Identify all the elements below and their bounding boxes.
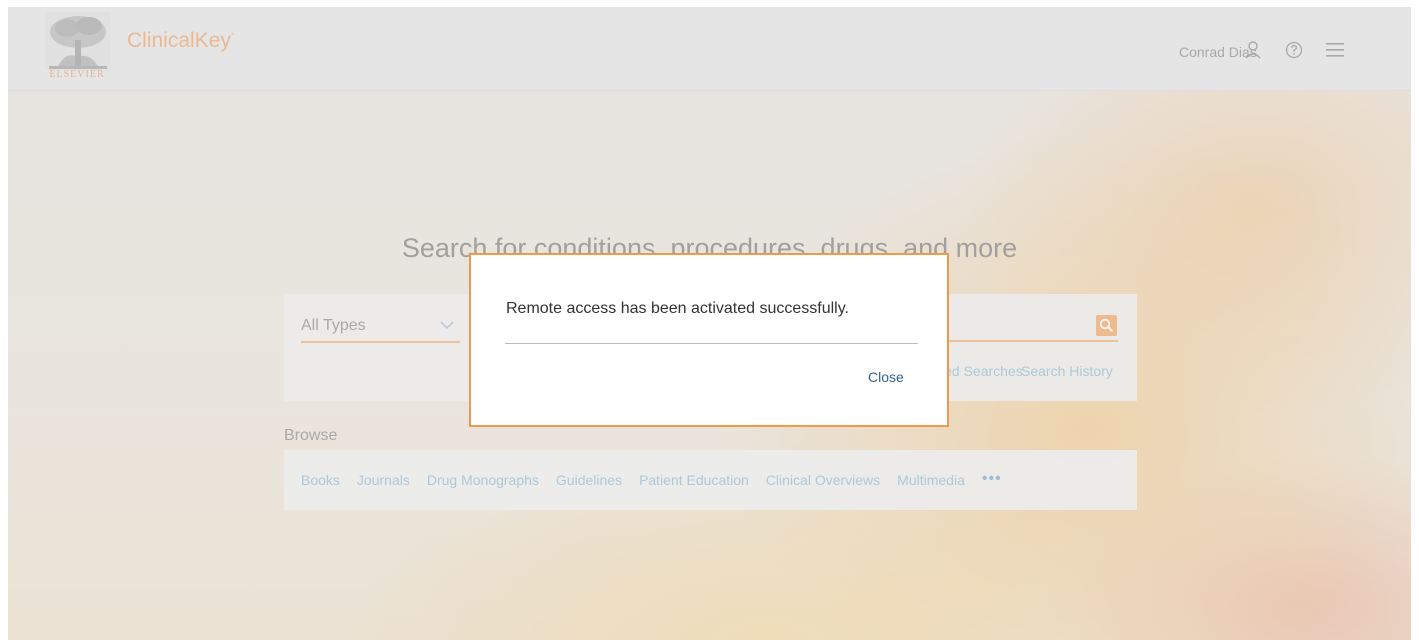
app-frame: ELSEVIER ClinicalKey° Conrad Dias Search… <box>8 7 1411 640</box>
remote-access-dialog: Remote access has been activated success… <box>469 253 949 427</box>
close-button[interactable]: Close <box>868 369 904 385</box>
dialog-divider <box>505 343 918 344</box>
dialog-message: Remote access has been activated success… <box>506 300 849 317</box>
